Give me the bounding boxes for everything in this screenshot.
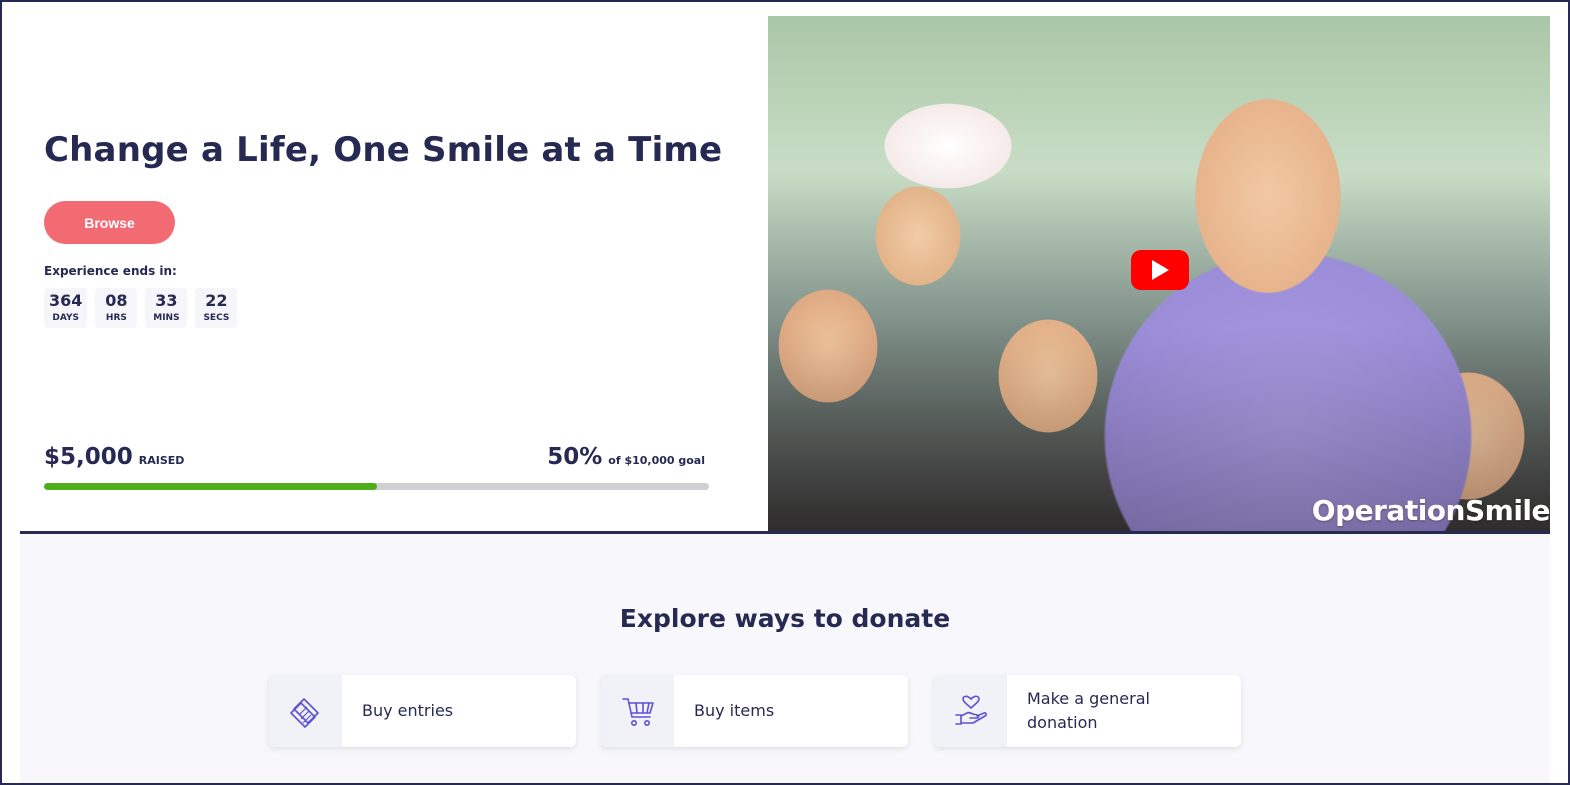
countdown-minutes: 33 MINS (145, 288, 188, 328)
countdown-value: 364 (49, 291, 83, 310)
page-frame: Change a Life, One Smile at a Time Brows… (0, 0, 1570, 785)
youtube-play-icon[interactable] (1131, 250, 1189, 290)
countdown-days: 364 DAYS (44, 288, 88, 328)
cart-icon (601, 675, 674, 747)
video-player[interactable]: OperationSmile (768, 16, 1550, 533)
play-triangle-icon (1152, 260, 1169, 280)
donation-hand-heart-icon (934, 675, 1007, 747)
buy-entries-card[interactable]: Buy entries (269, 675, 576, 747)
progress-fill (44, 483, 377, 490)
countdown-value: 08 (105, 291, 128, 310)
raised-label: RAISED (138, 454, 185, 467)
card-label: Buy items (694, 701, 775, 720)
hero-title: Change a Life, One Smile at a Time (44, 130, 723, 170)
countdown-hours: 08 HRS (95, 288, 138, 328)
raised-amount: $5,000 (44, 444, 133, 470)
goal-percent: 50% (547, 444, 603, 470)
goal-summary: 50% of $10,000 goal (547, 444, 705, 470)
countdown-value: 22 (205, 291, 228, 310)
tickets-icon (269, 675, 342, 747)
countdown-unit: DAYS (52, 313, 79, 323)
explore-section: Explore ways to donate Buy entries Buy i… (20, 534, 1550, 783)
explore-title: Explore ways to donate (619, 604, 951, 633)
countdown-timer: 364 DAYS 08 HRS 33 MINS 22 SECS (44, 288, 238, 328)
card-label: Make a general donation (1027, 689, 1150, 732)
countdown-seconds: 22 SECS (195, 288, 238, 328)
card-label: Buy entries (362, 701, 454, 720)
countdown-label: Experience ends in: (44, 264, 177, 278)
video-watermark: OperationSmile (1311, 494, 1550, 527)
browse-button[interactable]: Browse (44, 201, 175, 244)
general-donation-card[interactable]: Make a general donation (934, 675, 1241, 747)
buy-items-card[interactable]: Buy items (601, 675, 908, 747)
raised-summary: $5,000 RAISED (44, 444, 184, 470)
fundraising-progress-bar (44, 483, 709, 490)
countdown-value: 33 (155, 291, 178, 310)
countdown-unit: MINS (153, 313, 180, 323)
goal-text: of $10,000 goal (608, 454, 705, 467)
countdown-unit: HRS (105, 313, 127, 323)
countdown-unit: SECS (203, 313, 230, 323)
